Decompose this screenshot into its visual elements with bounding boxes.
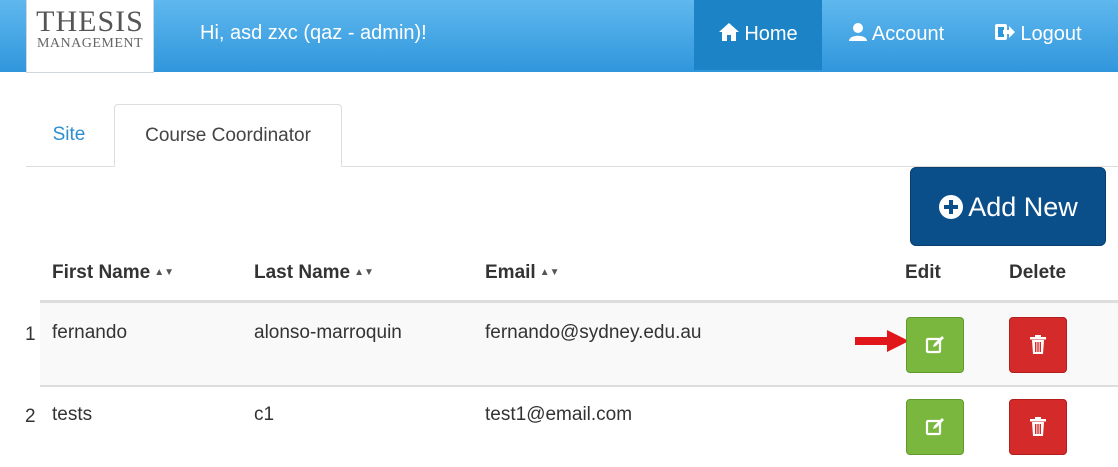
user-greeting: Hi, asd zxc (qaz - admin)! <box>200 22 427 44</box>
sort-icon: ▲▼ <box>354 267 374 278</box>
cell-email: fernando@sydney.edu.au <box>485 322 702 343</box>
trash-icon <box>1030 417 1046 436</box>
delete-button[interactable] <box>1009 317 1067 373</box>
nav-account[interactable]: Account <box>840 0 952 70</box>
column-header-last-name[interactable]: Last Name ▲▼ <box>254 262 374 284</box>
add-new-label: Add New <box>968 192 1078 222</box>
column-header-edit: Edit <box>905 262 941 283</box>
column-label: Email <box>485 262 536 283</box>
row-index: 1 <box>25 324 36 345</box>
edit-icon <box>925 336 944 354</box>
brand-line2: MANAGEMENT <box>36 36 144 51</box>
add-new-button[interactable]: Add New <box>910 167 1106 246</box>
cell-last-name: c1 <box>254 404 275 425</box>
brand-line1: THESIS <box>36 5 144 38</box>
user-icon <box>848 23 867 41</box>
logout-icon <box>995 24 1016 40</box>
edit-button[interactable] <box>906 399 964 455</box>
column-header-email[interactable]: Email ▲▼ <box>485 262 560 284</box>
column-label: Last Name <box>254 262 351 283</box>
edit-button[interactable] <box>906 317 964 373</box>
column-header-first-name[interactable]: First Name ▲▼ <box>52 262 174 284</box>
home-icon <box>719 23 740 41</box>
column-label: First Name <box>52 262 151 283</box>
sort-icon: ▲▼ <box>154 267 174 278</box>
sort-icon: ▲▼ <box>539 267 560 278</box>
top-navbar: THESIS MANAGEMENT Hi, asd zxc (qaz - adm… <box>0 0 1118 73</box>
tab-site[interactable]: Site <box>26 104 112 166</box>
cell-first-name: fernando <box>52 322 128 343</box>
nav-account-label: Account <box>871 23 945 45</box>
row-index: 2 <box>25 406 36 427</box>
nav-home[interactable]: Home <box>694 0 822 70</box>
plus-circle-icon <box>939 195 964 219</box>
cell-first-name: tests <box>52 404 93 425</box>
delete-button[interactable] <box>1009 399 1067 455</box>
cell-last-name: alonso-marroquin <box>254 322 402 343</box>
column-header-delete: Delete <box>1009 262 1067 283</box>
trash-icon <box>1030 335 1046 354</box>
cell-email: test1@email.com <box>485 404 633 425</box>
nav-home-label: Home <box>744 23 798 45</box>
tab-course-coordinator[interactable]: Course Coordinator <box>114 104 342 167</box>
annotation-arrow-icon <box>855 330 909 352</box>
edit-icon <box>925 418 944 436</box>
tab-bar: Site Course Coordinator <box>26 104 1118 167</box>
nav-logout[interactable]: Logout <box>984 0 1092 70</box>
brand-logo[interactable]: THESIS MANAGEMENT <box>26 0 154 73</box>
nav-logout-label: Logout <box>1020 23 1082 45</box>
